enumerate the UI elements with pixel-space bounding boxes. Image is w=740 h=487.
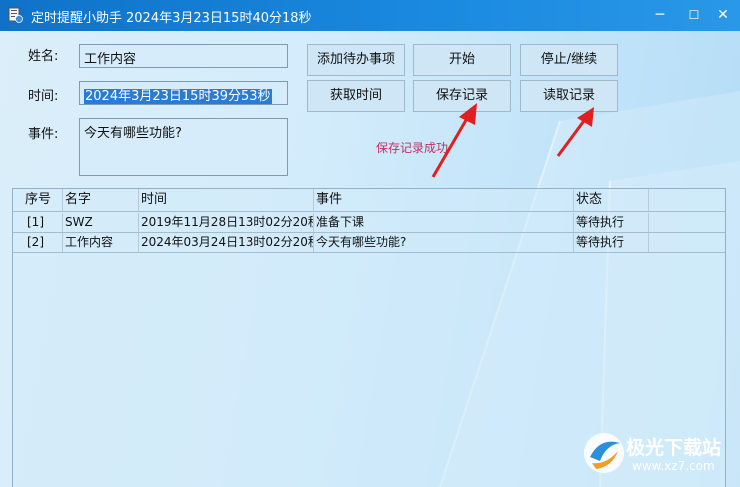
start-button[interactable]: 开始 (413, 44, 511, 76)
window-title: 定时提醒小助手 (31, 11, 123, 26)
table-cell: SWZ (63, 213, 139, 232)
minimize-icon[interactable]: ─ (643, 0, 677, 31)
table-cell: 2019年11月28日13时02分20秒 (139, 213, 314, 232)
table-cell: 准备下课 (314, 213, 574, 232)
table-cell: 今天有哪些功能? (314, 233, 574, 252)
table-cell: 2024年03月24日13时02分20秒 (139, 233, 314, 252)
app-icon (8, 7, 23, 23)
table-row[interactable]: [1] SWZ 2019年11月28日13时02分20秒 准备下课 等待执行 (13, 213, 725, 233)
table-cell: 等待执行 (574, 213, 649, 232)
annotation-arrow-icon (556, 107, 594, 157)
table-cell: 等待执行 (574, 233, 649, 252)
watermark-logo-icon (584, 433, 624, 473)
save-record-button[interactable]: 保存记录 (413, 80, 511, 112)
get-time-button[interactable]: 获取时间 (307, 80, 405, 112)
title-bar[interactable]: 定时提醒小助手 2024年3月23日15时40分18秒 ─ ☐ ✕ (0, 0, 740, 31)
column-header[interactable]: 序号 (13, 189, 63, 211)
time-input[interactable]: 2024年3月23日15时39分53秒 (79, 81, 288, 105)
event-textarea[interactable]: 今天有哪些功能? (79, 118, 288, 176)
watermark: 极光下载站 www.xz7.com (582, 429, 732, 477)
app-window: 定时提醒小助手 2024年3月23日15时40分18秒 ─ ☐ ✕ 姓名: 工作… (0, 0, 740, 487)
time-label: 时间: (28, 89, 59, 104)
column-header[interactable]: 时间 (139, 189, 314, 211)
name-input[interactable]: 工作内容 (79, 44, 288, 68)
title-clock: 2024年3月23日15时40分18秒 (126, 11, 312, 26)
name-label: 姓名: (28, 49, 59, 64)
table-cell: [2] (13, 233, 63, 252)
watermark-brand: 极光下载站 (626, 437, 722, 459)
column-header[interactable]: 状态 (574, 189, 649, 211)
time-input-selection: 2024年3月23日15时39分53秒 (84, 89, 272, 104)
read-record-button[interactable]: 读取记录 (520, 80, 618, 112)
event-label: 事件: (28, 127, 59, 142)
column-header[interactable]: 事件 (314, 189, 574, 211)
table-header: 序号 名字 时间 事件 状态 (13, 189, 725, 212)
stop-continue-button[interactable]: 停止/继续 (520, 44, 618, 76)
status-message: 保存记录成功 (376, 141, 449, 155)
column-header[interactable]: 名字 (63, 189, 139, 211)
client-area: 姓名: 工作内容 时间: 2024年3月23日15时39分53秒 事件: 今天有… (0, 31, 740, 487)
table-cell: [1] (13, 213, 63, 232)
close-icon[interactable]: ✕ (706, 0, 740, 31)
watermark-url: www.xz7.com (632, 459, 715, 473)
table-cell: 工作内容 (63, 233, 139, 252)
add-todo-button[interactable]: 添加待办事项 (307, 44, 405, 76)
table-row[interactable]: [2] 工作内容 2024年03月24日13时02分20秒 今天有哪些功能? 等… (13, 233, 725, 253)
